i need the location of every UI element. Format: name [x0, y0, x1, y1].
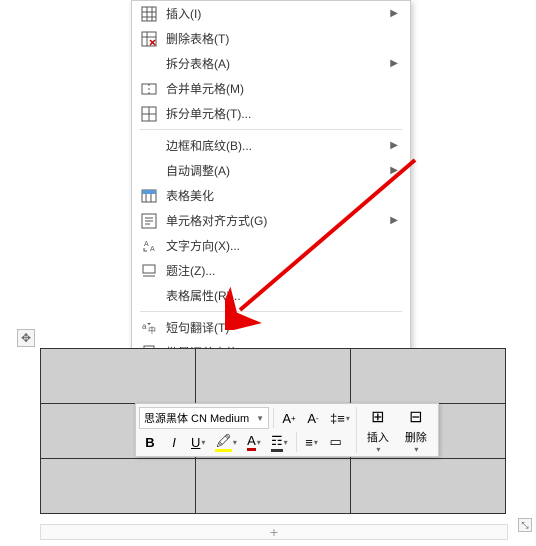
chevron-right-icon: ▶ [390, 58, 398, 69]
menu-insert[interactable]: 插入(I) ▶ [132, 1, 410, 26]
menu-merge-cells[interactable]: 合并单元格(M) [132, 76, 410, 101]
svg-text:A: A [144, 241, 149, 248]
menu-label: 边框和底纹(B)... [166, 137, 390, 154]
button-label: 删除 [405, 429, 427, 445]
menu-text-direction[interactable]: AA 文字方向(X)... [132, 233, 410, 258]
chevron-down-icon: ▼ [256, 414, 264, 423]
blank-icon [140, 55, 158, 73]
merge-button[interactable]: ▭ [325, 431, 347, 453]
blank-icon [140, 162, 158, 180]
blank-icon [140, 137, 158, 155]
menu-label: 拆分表格(A) [166, 55, 390, 72]
menu-separator [140, 129, 402, 130]
italic-button[interactable]: I [163, 431, 185, 453]
table-cell[interactable] [351, 459, 506, 514]
table-cell[interactable] [41, 459, 196, 514]
menu-label: 短句翻译(T) [166, 319, 398, 336]
table-cell[interactable] [351, 349, 506, 404]
svg-text:a: a [142, 322, 147, 331]
menu-delete-table[interactable]: 删除表格(T) [132, 26, 410, 51]
chevron-right-icon: ▶ [390, 165, 398, 176]
menu-split-cells[interactable]: 拆分单元格(T)... [132, 101, 410, 126]
text-direction-icon: AA [140, 237, 158, 255]
grow-font-button[interactable]: A+ [278, 407, 300, 429]
add-row-button[interactable]: + [40, 524, 508, 540]
font-name: 思源黑体 CN Medium [144, 410, 249, 426]
table-move-handle[interactable]: ✥ [17, 329, 35, 347]
delete-dropdown-button[interactable]: ⊟ 删除▾ [397, 407, 435, 453]
mini-toolbar: 思源黑体 CN Medium ▼ A+ A- ‡≡▾ B I U▾ 🖍▾ A▾ … [135, 403, 439, 457]
table-row [41, 349, 506, 404]
table-delete-icon [140, 30, 158, 48]
toolbar-separator [273, 408, 274, 428]
menu-label: 删除表格(T) [166, 30, 398, 47]
bold-button[interactable]: B [139, 431, 161, 453]
menu-label: 单元格对齐方式(G) [166, 212, 390, 229]
blank-icon [140, 287, 158, 305]
shading-button[interactable]: ☶▾ [267, 431, 292, 453]
caption-icon [140, 262, 158, 280]
menu-separator [140, 311, 402, 312]
menu-split-table[interactable]: 拆分表格(A) ▶ [132, 51, 410, 76]
align-button[interactable]: ≡▾ [301, 431, 323, 453]
menu-translate[interactable]: a中 短句翻译(T) [132, 315, 410, 340]
chevron-right-icon: ▶ [390, 8, 398, 19]
menu-label: 表格美化 [166, 187, 398, 204]
insert-dropdown-button[interactable]: ⊞ 插入▾ [359, 407, 397, 453]
context-menu: 插入(I) ▶ 删除表格(T) 拆分表格(A) ▶ 合并单元格(M) 拆分单元格… [131, 0, 411, 366]
toolbar-separator [356, 407, 357, 453]
cell-align-icon [140, 212, 158, 230]
menu-table-properties[interactable]: 表格属性(R)... [132, 283, 410, 308]
svg-text:中: 中 [148, 325, 156, 335]
highlight-button[interactable]: 🖍▾ [211, 431, 241, 453]
line-spacing-button[interactable]: ‡≡▾ [326, 407, 354, 429]
toolbar-separator [296, 432, 297, 452]
menu-label: 表格属性(R)... [166, 287, 398, 304]
split-cells-icon [140, 105, 158, 123]
menu-label: 插入(I) [166, 5, 390, 22]
menu-borders[interactable]: 边框和底纹(B)... ▶ [132, 133, 410, 158]
chevron-right-icon: ▶ [390, 140, 398, 151]
table-cell[interactable] [196, 459, 351, 514]
chevron-right-icon: ▶ [390, 215, 398, 226]
menu-label: 文字方向(X)... [166, 237, 398, 254]
font-family-select[interactable]: 思源黑体 CN Medium ▼ [139, 407, 269, 429]
table-insert-icon: ⊞ [371, 407, 384, 427]
svg-text:A: A [150, 246, 155, 253]
shrink-font-button[interactable]: A- [302, 407, 324, 429]
menu-label: 拆分单元格(T)... [166, 105, 398, 122]
translate-icon: a中 [140, 319, 158, 337]
menu-cell-align[interactable]: 单元格对齐方式(G) ▶ [132, 208, 410, 233]
menu-caption[interactable]: 题注(Z)... [132, 258, 410, 283]
button-label: 插入 [367, 429, 389, 445]
underline-button[interactable]: U▾ [187, 431, 209, 453]
merge-cells-icon [140, 80, 158, 98]
font-color-button[interactable]: A▾ [243, 431, 265, 453]
table-delete-icon: ⊟ [409, 407, 422, 427]
menu-label: 题注(Z)... [166, 262, 398, 279]
menu-table-style[interactable]: 表格美化 [132, 183, 410, 208]
table-resize-handle[interactable]: ⤡ [518, 518, 532, 532]
menu-autofit[interactable]: 自动调整(A) ▶ [132, 158, 410, 183]
table-style-icon [140, 187, 158, 205]
table-insert-icon [140, 5, 158, 23]
table-row [41, 459, 506, 514]
table-cell[interactable] [41, 349, 196, 404]
table-cell[interactable] [196, 349, 351, 404]
menu-label: 合并单元格(M) [166, 80, 398, 97]
menu-label: 自动调整(A) [166, 162, 390, 179]
